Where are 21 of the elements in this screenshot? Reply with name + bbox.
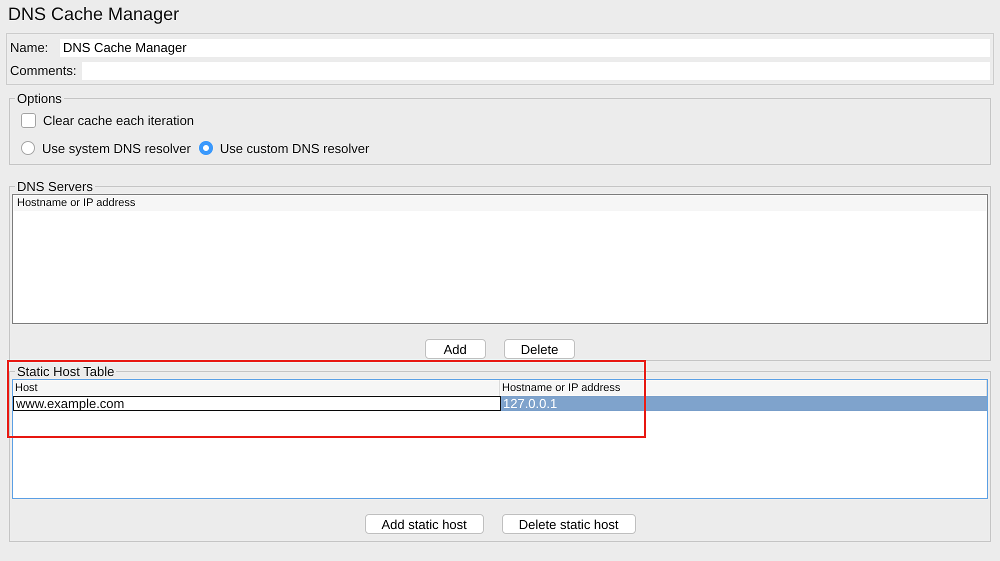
options-legend: Options	[15, 91, 64, 106]
name-field[interactable]: DNS Cache Manager	[60, 38, 990, 56]
table-row[interactable]: www.example.com 127.0.0.1	[13, 396, 987, 411]
table-cell-text: 127.0.0.1	[502, 396, 558, 411]
radio-label: Use system DNS resolver	[42, 140, 191, 156]
radio-label: Use custom DNS resolver	[220, 140, 370, 156]
dns-servers-legend: DNS Servers	[15, 179, 95, 194]
radio-button[interactable]	[21, 141, 35, 155]
radio-button[interactable]	[198, 141, 213, 155]
column-header[interactable]: Hostname or IP address	[13, 195, 987, 211]
checkbox[interactable]	[21, 112, 36, 128]
table-button[interactable]: Delete static host	[502, 514, 636, 534]
table-button[interactable]: Add static host	[364, 514, 484, 534]
comments-label: Comments:	[10, 63, 78, 78]
window-title: DNS Cache Manager	[7, 3, 180, 26]
static-host-legend: Static Host Table	[15, 364, 116, 379]
checkbox-label: Clear cache each iteration	[43, 112, 194, 128]
table-cell: www.example.com	[13, 396, 501, 411]
table-button[interactable]: Delete	[504, 339, 576, 359]
table-button[interactable]: Add	[424, 339, 486, 359]
name-label: Name:	[10, 40, 50, 55]
